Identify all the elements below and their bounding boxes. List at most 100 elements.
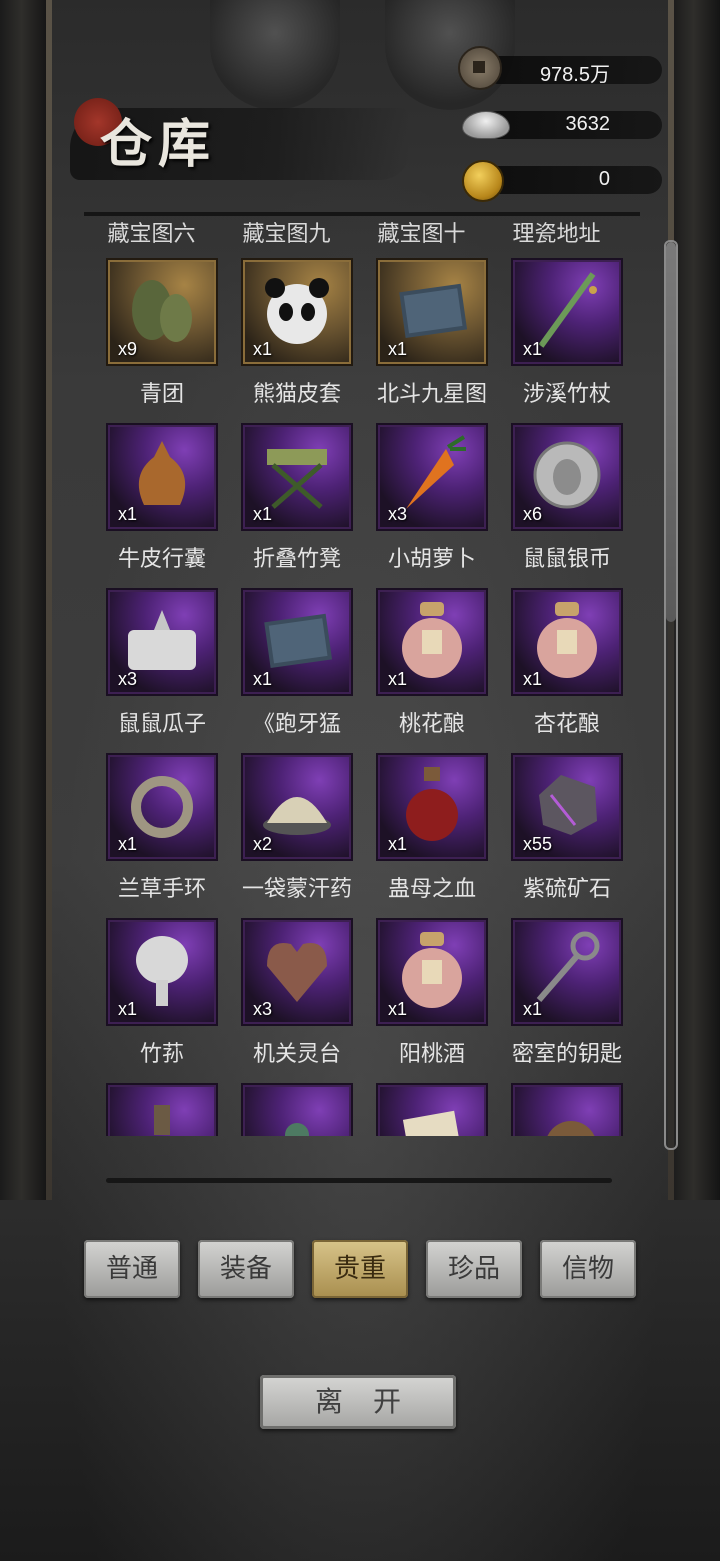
item-quantity: x1	[388, 339, 408, 359]
item-grid-viewport[interactable]: 藏宝图六 藏宝图九 藏宝图十 理瓷地址 x9 青团 x1 熊猫皮套 x1 北斗九星图 x1 涉…	[84, 222, 659, 1136]
item-tile[interactable]: x1	[241, 423, 353, 531]
item-tile[interactable]: x1	[106, 423, 218, 531]
item-tile[interactable]: x55	[511, 753, 623, 861]
letter-icon	[396, 1095, 468, 1136]
item-tile[interactable]: x1	[106, 753, 218, 861]
item-slot[interactable]: x3 鼠鼠瓜子	[106, 588, 218, 753]
item-tile[interactable]: x2	[241, 753, 353, 861]
item-tile[interactable]: x1	[106, 918, 218, 1026]
item-name: 一袋蒙汗药	[241, 877, 352, 902]
item-slot[interactable]: x1 桃花酿	[376, 588, 488, 753]
currency-strip	[484, 166, 662, 194]
mechanical-heart-icon	[261, 930, 333, 1010]
item-slot[interactable]: x9 青团	[106, 258, 218, 423]
item-name: 涉溪竹杖	[522, 382, 611, 407]
item-name: 桃花酿	[398, 712, 465, 737]
item-slot[interactable]: x1 杏花酿	[511, 588, 623, 753]
left-pillar-trim	[46, 0, 52, 1200]
item-slot[interactable]: x3 小胡萝卜	[376, 423, 488, 588]
silver-ingot-icon	[462, 107, 510, 143]
item-quantity: x3	[118, 669, 138, 689]
wine-jar-icon	[396, 600, 468, 680]
item-tile[interactable]: x3	[106, 588, 218, 696]
item-tile[interactable]: x1	[376, 588, 488, 696]
item-slot[interactable]: x55 紫硫矿石	[511, 753, 623, 918]
item-slot[interactable]: x1 《跑牙猛	[241, 588, 353, 753]
item-tile[interactable]	[376, 1083, 488, 1136]
copper-coin-icon	[458, 46, 504, 90]
leave-button[interactable]: 离开	[260, 1375, 456, 1429]
tab-valuable[interactable]: 贵重	[312, 1240, 408, 1298]
item-name: 北斗九星图	[376, 382, 487, 407]
tab-normal[interactable]: 普通	[84, 1240, 180, 1298]
item-name: 鼠鼠银币	[522, 547, 611, 572]
tab-treasure[interactable]: 珍品	[426, 1240, 522, 1298]
currency-copper-value: 978.5万	[539, 64, 610, 86]
book-icon	[396, 270, 468, 350]
item-tile[interactable]: x6	[511, 423, 623, 531]
gold-coin-icon	[462, 160, 504, 202]
tab-equipment[interactable]: 装备	[198, 1240, 294, 1298]
item-slot[interactable]: x1 涉溪竹杖	[511, 258, 623, 423]
item-tile[interactable]: x1	[511, 588, 623, 696]
item-name: 兰草手环	[117, 877, 206, 902]
item-tile[interactable]	[241, 1083, 353, 1136]
rope-ball-icon	[531, 1095, 603, 1136]
item-name: 青团	[139, 382, 184, 407]
item-slot[interactable]: x1 北斗九星图	[376, 258, 488, 423]
item-tile[interactable]: x3	[241, 918, 353, 1026]
item-slot[interactable]: x1 兰草手环	[106, 753, 218, 918]
item-quantity: x3	[388, 504, 408, 524]
item-slot[interactable]: x1 密室的钥匙	[511, 918, 623, 1083]
item-slot[interactable]: x1 竹荪	[106, 918, 218, 1083]
tab-token[interactable]: 信物	[540, 1240, 636, 1298]
currency-gold: 0	[462, 160, 662, 202]
item-slot[interactable]	[106, 1083, 218, 1136]
scrollbar-thumb[interactable]	[666, 242, 676, 622]
panel-bottom-divider	[106, 1178, 612, 1183]
key-icon	[531, 930, 603, 1010]
item-slot[interactable]: x3 机关灵台	[241, 918, 353, 1083]
currency-silver-value: 3632	[565, 113, 611, 135]
item-quantity: x1	[118, 999, 138, 1019]
item-name: 藏宝图十	[377, 222, 466, 247]
scrollbar[interactable]	[664, 240, 678, 1150]
item-name: 机关灵台	[252, 1042, 341, 1067]
item-slot[interactable]: x6 鼠鼠银币	[511, 423, 623, 588]
item-slot[interactable]: x1 熊猫皮套	[241, 258, 353, 423]
item-slot[interactable]: x1 牛皮行囊	[106, 423, 218, 588]
item-slot[interactable]: x2 一袋蒙汗药	[241, 753, 353, 918]
item-slot[interactable]	[241, 1083, 353, 1136]
item-tile[interactable]	[106, 1083, 218, 1136]
item-quantity: x1	[523, 669, 543, 689]
category-tabs: 普通 装备 贵重 珍品 信物	[84, 1240, 636, 1298]
item-tile[interactable]: x1	[241, 588, 353, 696]
item-quantity: x1	[118, 504, 138, 524]
vase-icon	[126, 1095, 198, 1136]
item-slot[interactable]: x1 折叠竹凳	[241, 423, 353, 588]
panda-mask-icon	[261, 270, 333, 350]
item-tile[interactable]: x1	[511, 258, 623, 366]
item-slot[interactable]	[376, 1083, 488, 1136]
item-slot[interactable]: x1 阳桃酒	[376, 918, 488, 1083]
item-name: 杏花酿	[533, 712, 600, 737]
item-quantity: x2	[253, 834, 273, 854]
item-tile[interactable]: x9	[106, 258, 218, 366]
item-tile[interactable]: x1	[241, 258, 353, 366]
item-quantity: x1	[388, 669, 408, 689]
item-tile[interactable]: x3	[376, 423, 488, 531]
item-name: 阳桃酒	[398, 1042, 465, 1067]
item-tile[interactable]: x1	[511, 918, 623, 1026]
qingtuan-icon	[126, 270, 198, 350]
left-pillar	[0, 0, 48, 1200]
item-tile[interactable]: x1	[376, 918, 488, 1026]
item-tile[interactable]: x1	[376, 753, 488, 861]
item-tile[interactable]: x1	[376, 258, 488, 366]
item-name: 牛皮行囊	[117, 547, 206, 572]
ornament-icon	[261, 1095, 333, 1136]
item-slot[interactable]: x1 蛊母之血	[376, 753, 488, 918]
item-quantity: x1	[118, 834, 138, 854]
item-quantity: x1	[253, 669, 273, 689]
item-slot[interactable]	[511, 1083, 623, 1136]
item-tile[interactable]	[511, 1083, 623, 1136]
